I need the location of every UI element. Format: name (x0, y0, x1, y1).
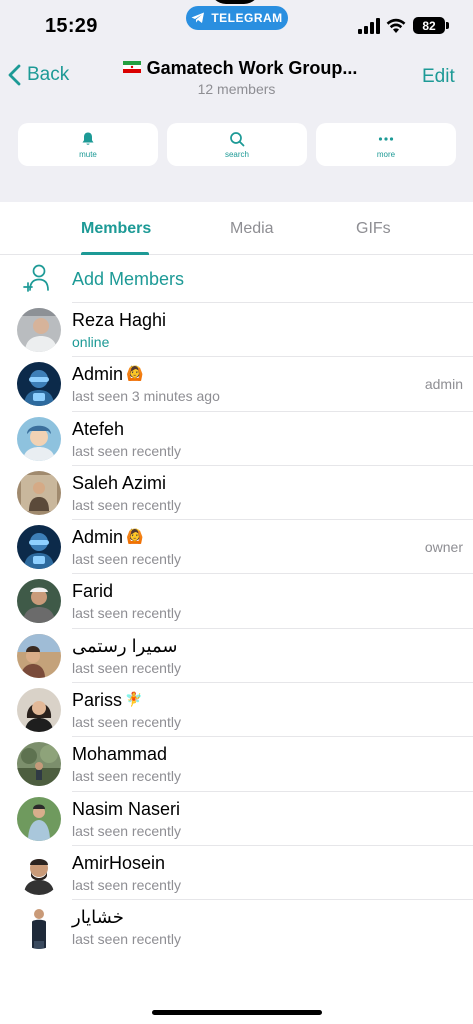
avatar (17, 850, 61, 895)
member-name: Farid (72, 581, 114, 602)
member-status: last seen recently (72, 876, 181, 893)
member-row[interactable]: Mohammad last seen recently (0, 737, 473, 792)
wifi-icon (386, 18, 406, 33)
member-name: Saleh Azimi (72, 472, 167, 493)
avatar (17, 416, 61, 461)
add-members-label: Add Members (72, 269, 185, 289)
avatar (17, 470, 61, 515)
member-row[interactable]: خشایار last seen recently (0, 900, 473, 954)
member-row[interactable]: Nasim Naseri last seen recently (0, 792, 473, 846)
more-dots-icon (378, 136, 394, 141)
more-button[interactable]: more (316, 123, 456, 166)
member-status: online (72, 334, 110, 350)
member-status: last seen 3 minutes ago (72, 388, 220, 405)
chevron-left-icon (8, 64, 21, 86)
member-row[interactable]: Farid last seen recently (0, 574, 473, 629)
member-name: خشایار (72, 907, 124, 928)
member-row[interactable]: Saleh Azimi last seen recently (0, 466, 473, 521)
search-label: search (224, 149, 249, 159)
member-status: last seen recently (72, 822, 181, 839)
tab-media[interactable]: Media (230, 220, 274, 238)
emoji-badge: 🙆 (126, 365, 144, 382)
avatar (17, 362, 61, 407)
member-name-text: Pariss (72, 690, 123, 711)
member-name: AmirHosein (72, 852, 166, 873)
add-members-button[interactable]: Add Members (0, 255, 473, 303)
member-row[interactable]: Admin 🙆 last seen 3 minutes ago admin (0, 357, 473, 412)
edit-button[interactable]: Edit (422, 66, 455, 88)
member-count: 12 members (197, 81, 276, 97)
member-name: Admin 🙆 (72, 364, 143, 385)
status-time: 15:29 (45, 15, 98, 37)
avatar (17, 579, 61, 624)
member-row[interactable]: سمیرا رستمی last seen recently (0, 629, 473, 684)
action-buttons: mute search more (18, 123, 456, 166)
member-role: owner (424, 539, 463, 556)
iran-flag-icon (122, 61, 141, 73)
member-name: Atefeh (72, 418, 125, 439)
member-status: last seen recently (72, 659, 181, 676)
member-row[interactable]: Reza Haghi online (0, 303, 473, 358)
avatar (17, 796, 61, 841)
group-title[interactable]: Gamatech Work Group... (120, 58, 360, 79)
back-button[interactable]: Back (8, 64, 69, 86)
avatar (17, 688, 61, 733)
search-button[interactable]: search (167, 123, 307, 166)
navigation-bar: Back Gamatech Work Group... 12 members E… (0, 50, 473, 100)
telegram-plane-icon (191, 12, 205, 23)
battery-cap (446, 22, 449, 29)
members-list: Reza Haghi online Admin 🙆 last seen 3 min… (0, 303, 473, 955)
member-status: last seen recently (72, 551, 181, 568)
member-row[interactable]: AmirHosein last seen recently (0, 846, 473, 901)
member-status: last seen recently (72, 442, 181, 459)
home-indicator[interactable] (152, 1010, 322, 1015)
member-status: last seen recently (72, 768, 181, 785)
avatar (17, 308, 61, 352)
avatar (17, 905, 61, 950)
telegram-pill[interactable]: TELEGRAM (186, 6, 288, 30)
member-status: last seen recently (72, 496, 181, 513)
member-name: Reza Haghi (72, 310, 167, 330)
emoji-badge: 🧚 (125, 691, 143, 708)
emoji-badge: 🙆 (126, 528, 144, 545)
dynamic-island (210, 0, 260, 4)
member-name: Pariss 🧚 (72, 690, 142, 711)
member-name-text: Admin (72, 364, 124, 385)
battery-level: 82 (422, 18, 436, 33)
avatar (17, 525, 61, 570)
mute-button[interactable]: mute (18, 123, 158, 166)
member-status: last seen recently (72, 714, 181, 731)
tab-bar: Members Media GIFs (0, 202, 473, 255)
battery-icon: 82 (413, 17, 445, 34)
mute-label: mute (79, 149, 97, 159)
telegram-pill-label: TELEGRAM (211, 11, 283, 25)
group-title-text: Gamatech Work Group... (146, 58, 358, 78)
status-bar: 15:29 TELEGRAM 82 (0, 0, 473, 50)
member-row[interactable]: Pariss 🧚 last seen recently (0, 683, 473, 738)
member-status: last seen recently (72, 605, 181, 622)
member-name: Mohammad (72, 744, 168, 765)
avatar (17, 633, 61, 678)
member-role: admin (424, 376, 463, 393)
avatar (17, 742, 61, 787)
tab-members[interactable]: Members (81, 220, 151, 238)
member-status: last seen recently (72, 931, 181, 948)
member-name: سمیرا رستمی (72, 635, 178, 656)
member-name: Admin 🙆 (72, 527, 143, 548)
bell-icon (82, 132, 94, 145)
cellular-signal-icon (358, 18, 380, 34)
member-name: Nasim Naseri (72, 798, 181, 819)
more-label: more (376, 149, 396, 159)
member-name-text: Admin (72, 527, 124, 548)
back-label: Back (27, 64, 70, 85)
tab-gifs[interactable]: GIFs (356, 220, 391, 238)
member-row[interactable]: Atefeh last seen recently (0, 412, 473, 466)
add-person-icon (23, 264, 49, 292)
search-icon (230, 131, 245, 146)
member-row[interactable]: Admin 🙆 last seen recently owner (0, 520, 473, 575)
